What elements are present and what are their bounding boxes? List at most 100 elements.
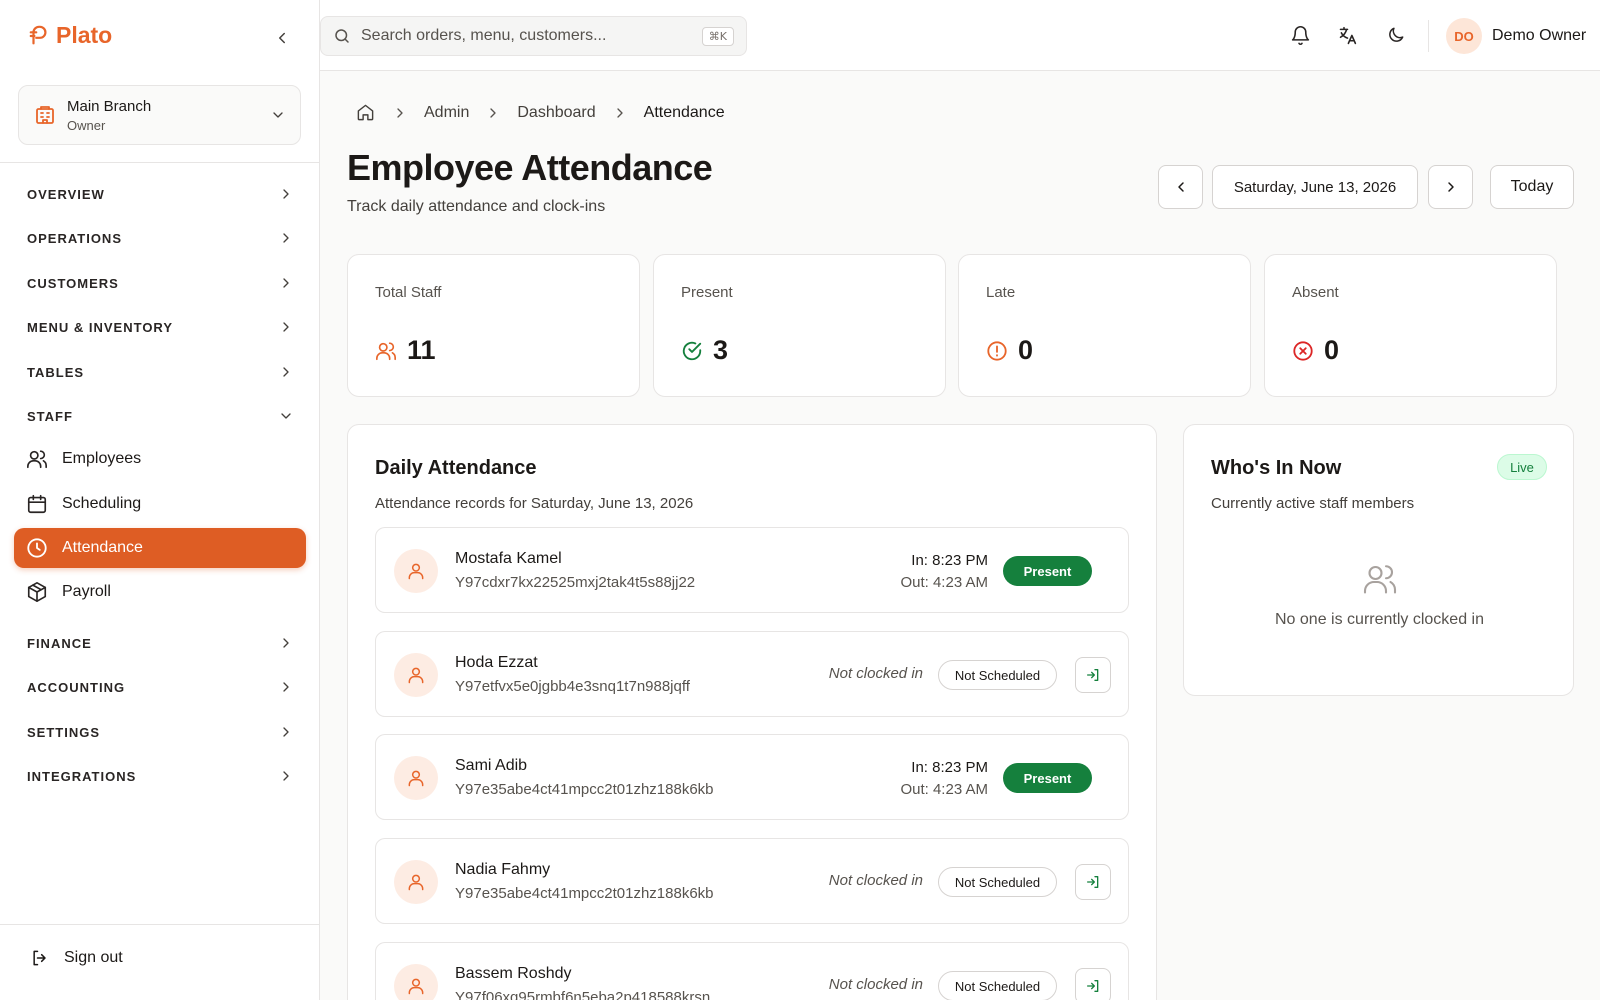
status-badge: Present bbox=[1003, 556, 1092, 586]
stat-value: 3 bbox=[713, 335, 729, 365]
clock-in-time: In: 8:23 PM bbox=[911, 759, 988, 776]
sidebar-item-attendance[interactable]: Attendance bbox=[14, 528, 306, 568]
nav-section-overview[interactable]: OVERVIEW bbox=[0, 172, 320, 216]
language-button[interactable] bbox=[1334, 22, 1360, 48]
breadcrumb-admin[interactable]: Admin bbox=[424, 104, 469, 122]
sidebar-item-employees[interactable]: Employees bbox=[14, 439, 306, 479]
sidebar-item-label: Scheduling bbox=[62, 495, 142, 512]
chevron-right-icon bbox=[283, 367, 289, 377]
log-in-icon bbox=[1087, 669, 1099, 681]
page-title: Employee Attendance bbox=[347, 147, 713, 188]
users-icon bbox=[375, 340, 397, 362]
nav-section-settings[interactable]: SETTINGS bbox=[0, 710, 320, 754]
employee-id: Y97etfvx5e0jgbb4e3snq1t7n988jqff bbox=[455, 678, 690, 695]
search-icon bbox=[335, 29, 349, 43]
clock-in-button[interactable] bbox=[1075, 968, 1111, 1000]
nav-section-staff[interactable]: STAFF bbox=[0, 394, 320, 438]
status-badge: Not Scheduled bbox=[938, 867, 1057, 897]
stat-card-absent: Absent 0 bbox=[1264, 254, 1557, 397]
chevron-down-icon bbox=[273, 112, 283, 118]
stat-value: 11 bbox=[407, 335, 436, 365]
user-name: Demo Owner bbox=[1492, 27, 1587, 44]
nav-section-menu-inventory[interactable]: MENU & INVENTORY bbox=[0, 305, 320, 349]
search-input[interactable] bbox=[361, 27, 702, 45]
clock-in-button[interactable] bbox=[1075, 657, 1111, 693]
chevron-left-icon bbox=[279, 32, 285, 44]
moon-icon bbox=[1389, 27, 1404, 42]
sign-out-label: Sign out bbox=[64, 949, 123, 966]
employee-name: Hoda Ezzat bbox=[455, 654, 538, 671]
chevron-right-icon bbox=[392, 105, 408, 121]
x-circle-icon bbox=[1292, 340, 1314, 362]
chevron-right-icon bbox=[1447, 182, 1454, 192]
clock-out-time: Out: 4:23 AM bbox=[900, 574, 988, 591]
chevron-right-icon bbox=[283, 322, 289, 332]
collapse-sidebar-button[interactable] bbox=[270, 26, 294, 50]
sidebar-item-payroll[interactable]: Payroll bbox=[14, 572, 306, 612]
search-shortcut: ⌘K bbox=[701, 26, 734, 46]
app-name: Plato bbox=[56, 22, 113, 48]
user-icon bbox=[394, 756, 438, 800]
chevron-left-icon bbox=[1177, 182, 1184, 192]
attendance-row[interactable]: Bassem Roshdy Y97f06xq95rmbf6n5eba2p4185… bbox=[375, 942, 1129, 1000]
employee-id: Y97e35abe4ct41mpcc2t01zhz188k6kb bbox=[455, 885, 714, 902]
today-button[interactable]: Today bbox=[1490, 165, 1574, 209]
sidebar-item-label: Attendance bbox=[62, 539, 143, 556]
nav-section-operations[interactable]: OPERATIONS bbox=[0, 216, 320, 260]
user-menu[interactable]: DO Demo Owner bbox=[1446, 18, 1586, 54]
previous-day-button[interactable] bbox=[1158, 165, 1203, 209]
theme-toggle-button[interactable] bbox=[1383, 22, 1409, 48]
nav-section-tables[interactable]: TABLES bbox=[0, 350, 320, 394]
avatar: DO bbox=[1446, 18, 1482, 54]
employee-id: Y97e35abe4ct41mpcc2t01zhz188k6kb bbox=[455, 781, 714, 798]
live-badge: Live bbox=[1497, 454, 1547, 480]
employee-name: Nadia Fahmy bbox=[455, 861, 551, 878]
user-icon bbox=[394, 653, 438, 697]
home-icon[interactable] bbox=[356, 103, 376, 123]
stat-card-late: Late 0 bbox=[958, 254, 1251, 397]
sidebar-item-scheduling[interactable]: Scheduling bbox=[14, 484, 306, 524]
sidebar: Plato Main Branch Owner OVERVIEW OPERATI… bbox=[0, 0, 320, 1000]
next-day-button[interactable] bbox=[1428, 165, 1473, 209]
topbar: ⌘K DO Demo Owner bbox=[320, 0, 1600, 71]
bell-icon bbox=[1291, 25, 1309, 45]
chevron-right-icon bbox=[283, 638, 289, 648]
clock-out-time: Out: 4:23 AM bbox=[900, 781, 988, 798]
nav-section-accounting[interactable]: ACCOUNTING bbox=[0, 665, 320, 709]
stat-label: Late bbox=[986, 284, 1016, 301]
plato-logo-icon bbox=[29, 25, 47, 44]
nav-section-integrations[interactable]: INTEGRATIONS bbox=[0, 754, 320, 798]
chevron-right-icon bbox=[485, 105, 501, 121]
nav-section-label: SETTINGS bbox=[27, 724, 101, 740]
chevron-right-icon bbox=[612, 105, 628, 121]
breadcrumb-dashboard[interactable]: Dashboard bbox=[517, 104, 595, 122]
search-bar[interactable]: ⌘K bbox=[320, 16, 747, 56]
package-icon bbox=[26, 581, 48, 603]
chevron-right-icon bbox=[283, 682, 289, 692]
chevron-right-icon bbox=[283, 278, 289, 288]
employee-id: Y97f06xq95rmbf6n5eba2p418588krsn bbox=[455, 989, 711, 1000]
attendance-row[interactable]: Mostafa Kamel Y97cdxr7kx22525mxj2tak4t5s… bbox=[375, 527, 1129, 613]
nav-section-label: OVERVIEW bbox=[27, 186, 105, 202]
stat-card-present: Present 3 bbox=[653, 254, 946, 397]
branch-name: Main Branch bbox=[67, 97, 152, 115]
breadcrumb-current: Attendance bbox=[643, 104, 725, 121]
clock-times: In: 8:23 PM Out: 4:23 AM bbox=[900, 757, 988, 801]
attendance-row[interactable]: Hoda Ezzat Y97etfvx5e0jgbb4e3snq1t7n988j… bbox=[375, 631, 1129, 717]
attendance-row[interactable]: Nadia Fahmy Y97e35abe4ct41mpcc2t01zhz188… bbox=[375, 838, 1129, 924]
nav-section-customers[interactable]: CUSTOMERS bbox=[0, 261, 320, 305]
sign-out-button[interactable]: Sign out bbox=[30, 948, 123, 968]
branch-selector[interactable]: Main Branch Owner bbox=[18, 85, 301, 145]
nav-section-finance[interactable]: FINANCE bbox=[0, 621, 320, 665]
nav-section-label: OPERATIONS bbox=[27, 230, 122, 246]
app-logo[interactable]: Plato bbox=[28, 22, 112, 49]
clock-in-button[interactable] bbox=[1075, 864, 1111, 900]
clock-status-note: Not clocked in bbox=[828, 976, 923, 993]
chevron-right-icon bbox=[283, 189, 289, 199]
whos-in-card: Who's In Now Live Currently active staff… bbox=[1183, 424, 1574, 696]
stat-value: 0 bbox=[1018, 335, 1034, 365]
attendance-row[interactable]: Sami Adib Y97e35abe4ct41mpcc2t01zhz188k6… bbox=[375, 734, 1129, 820]
notifications-button[interactable] bbox=[1287, 22, 1313, 48]
users-icon bbox=[26, 448, 48, 470]
nav-section-label: TABLES bbox=[27, 364, 85, 380]
